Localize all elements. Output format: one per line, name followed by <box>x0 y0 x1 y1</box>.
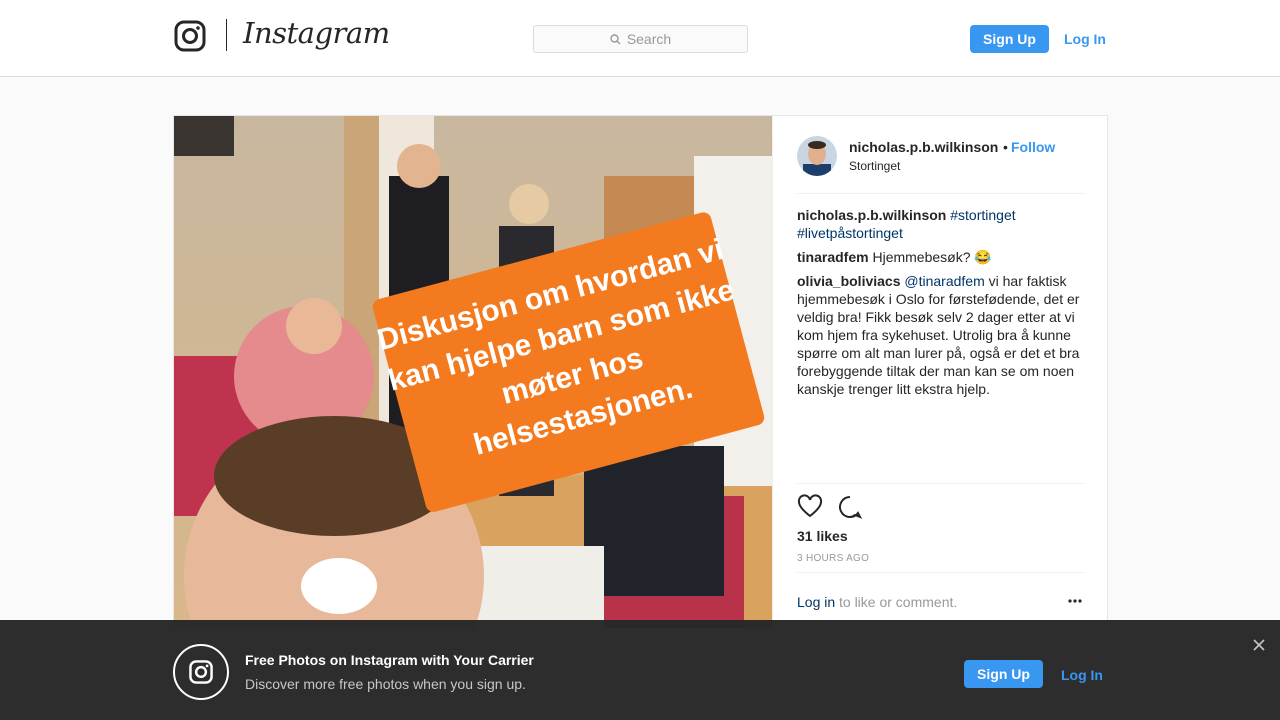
signup-button[interactable]: Sign Up <box>970 25 1049 53</box>
comment-username[interactable]: tinaradfem <box>797 249 869 265</box>
comment-username[interactable]: nicholas.p.b.wilkinson <box>797 207 946 223</box>
banner-login-link[interactable]: Log In <box>1061 667 1103 683</box>
instagram-glyph-icon <box>173 644 229 700</box>
post-photo[interactable]: Diskusjon om hvordan vi kan hjelpe barn … <box>174 116 772 628</box>
comment-mention[interactable]: @tinaradfem <box>904 273 984 289</box>
login-to-comment: Log in to like or comment. <box>797 572 1085 622</box>
post-header: nicholas.p.b.wilkinson • Follow Storting… <box>797 136 1085 194</box>
owner-username[interactable]: nicholas.p.b.wilkinson <box>849 139 998 155</box>
comment-username[interactable]: olivia_boliviacs <box>797 273 901 289</box>
follow-button[interactable]: Follow <box>1011 139 1055 155</box>
comment-text: vi har faktisk hjemmebesøk i Oslo for fø… <box>797 273 1080 397</box>
post-card: Diskusjon om hvordan vi kan hjelpe barn … <box>173 115 1108 636</box>
avatar[interactable] <box>797 136 837 176</box>
banner-subtitle: Discover more free photos when you sign … <box>245 676 526 692</box>
banner-title: Free Photos on Instagram with Your Carri… <box>245 652 534 668</box>
search-placeholder: Search <box>626 31 672 47</box>
likes-count[interactable]: 31 likes <box>797 528 848 544</box>
location-link[interactable]: Stortinget <box>849 159 900 173</box>
comment-text: Hjemmebesøk? 😂 <box>872 249 992 265</box>
top-nav: Instagram Search Sign Up Log In <box>0 0 1280 77</box>
login-link[interactable]: Log in <box>797 594 835 610</box>
instagram-wordmark[interactable]: Instagram <box>243 16 390 50</box>
list-item: nicholas.p.b.wilkinson #stortinget #live… <box>797 206 1087 242</box>
search-icon <box>610 33 621 44</box>
post-actions: 31 likes 3 HOURS AGO <box>797 483 1085 573</box>
login-prompt-text: to like or comment. <box>839 594 958 610</box>
more-options-icon[interactable] <box>1067 593 1083 609</box>
close-icon[interactable] <box>1251 637 1267 653</box>
list-item: olivia_boliviacs @tinaradfem vi har fakt… <box>797 272 1087 398</box>
separator-dot: • <box>1003 139 1008 155</box>
comment-bubble-icon[interactable] <box>837 494 863 520</box>
photo-illustration: Diskusjon om hvordan vi kan hjelpe barn … <box>174 116 772 628</box>
instagram-glyph-icon[interactable] <box>174 20 206 52</box>
comments-list: nicholas.p.b.wilkinson #stortinget #live… <box>797 206 1087 404</box>
heart-icon[interactable] <box>797 494 823 520</box>
login-link[interactable]: Log In <box>1064 31 1106 47</box>
logo-divider <box>226 19 227 51</box>
post-timestamp[interactable]: 3 HOURS AGO <box>797 553 869 564</box>
banner-signup-button[interactable]: Sign Up <box>964 660 1043 688</box>
search-input[interactable]: Search <box>533 25 748 53</box>
list-item: tinaradfem Hjemmebesøk? 😂 <box>797 248 1087 266</box>
post-sidebar: nicholas.p.b.wilkinson • Follow Storting… <box>772 116 1108 636</box>
carrier-banner: Free Photos on Instagram with Your Carri… <box>0 620 1280 720</box>
